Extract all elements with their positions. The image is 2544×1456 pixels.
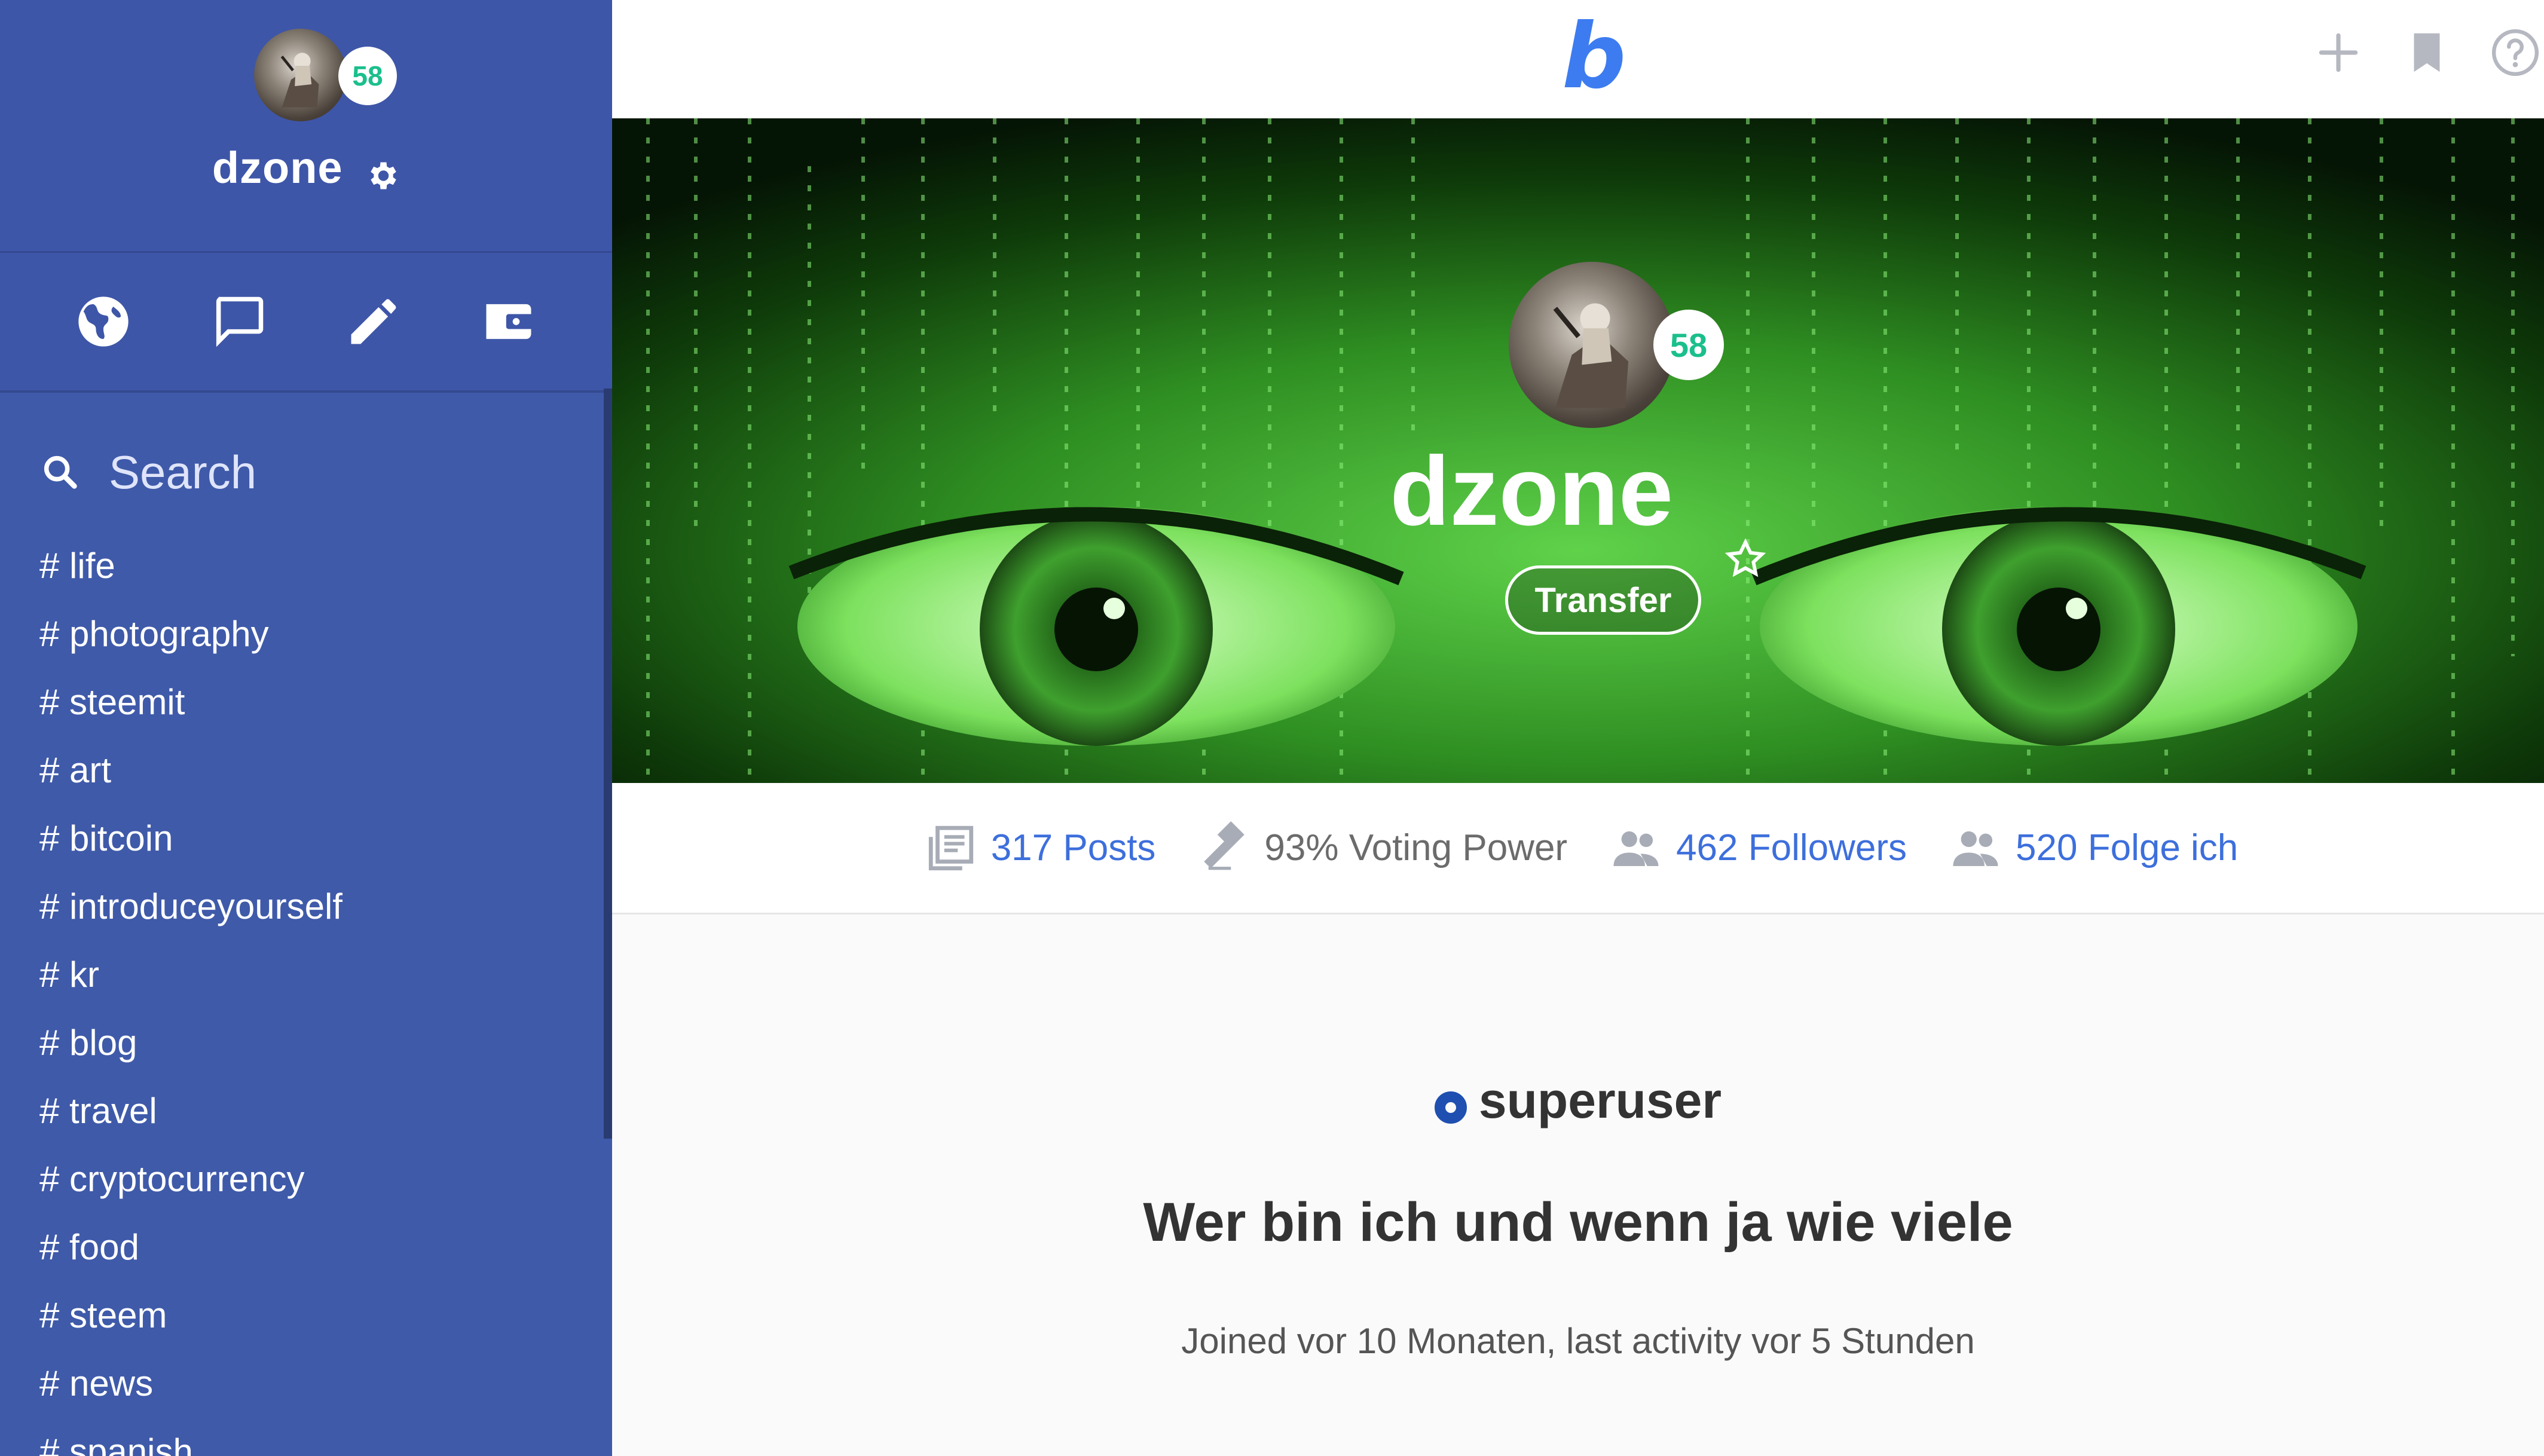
sidebar-nav [0,253,612,393]
stat-posts[interactable]: 317 Posts [924,821,1156,875]
profile-avatar-image [1553,303,1629,408]
reputation-badge: 58 [338,47,397,105]
pencil-icon[interactable] [341,289,406,354]
avatar[interactable] [254,29,347,121]
plus-icon[interactable] [2310,24,2367,81]
user-role: superuser [612,1072,2544,1130]
search-box[interactable] [0,412,604,532]
bookmark-icon[interactable] [2398,24,2456,81]
sidebar-tag-blog[interactable]: # blog [0,1009,604,1077]
sidebar-tag-bitcoin[interactable]: # bitcoin [0,805,604,873]
gavel-icon [1204,821,1245,870]
busy-logo[interactable]: b [1562,12,1626,102]
user-role-label: superuser [1478,1072,1722,1128]
sidebar-tag-steem[interactable]: # steem [0,1281,604,1350]
profile-activity-meta: Joined vor 10 Monaten, last activity vor… [1181,1321,1975,1361]
profile-bio: Wer bin ich und wenn ja wie viele [1143,1192,2013,1253]
profile-name-row: dzone [612,435,2544,577]
gear-icon[interactable] [364,153,400,189]
sidebar-username-row: dzone [0,142,612,193]
profile-reputation-badge: 58 [1653,310,1724,380]
top-actions [2310,24,2544,81]
stat-voting-power: 93% Voting Power [1197,821,1567,875]
stat-posts-label: 317 Posts [990,827,1156,868]
transfer-button[interactable]: Transfer [1505,565,1701,635]
sidebar-tag-life[interactable]: # life [0,532,604,600]
role-icon [1434,1091,1467,1124]
star-icon[interactable] [1724,490,1766,577]
search-icon [44,455,77,489]
stat-voting-power-label: 93% Voting Power [1264,827,1568,868]
globe-icon[interactable] [71,289,136,354]
profile-name: dzone [1390,436,1674,546]
stat-following-label: 520 Folge ich [2016,827,2239,868]
posts-icon [928,825,973,870]
sidebar-tag-introduceyourself[interactable]: # introduceyourself [0,873,604,941]
main-content: b 58 dzone Transfer 317 Posts 93% Voting… [612,0,2544,1456]
stat-following[interactable]: 520 Folge ich [1949,821,2238,875]
sidebar-tag-art[interactable]: # art [0,736,604,805]
profile-avatar[interactable] [1509,262,1675,428]
following-icon [1953,831,1998,866]
help-icon[interactable] [2487,24,2544,81]
sidebar-scrollbar[interactable] [604,389,612,1139]
sidebar-tag-photography[interactable]: # photography [0,600,604,668]
sidebar-username[interactable]: dzone [212,143,343,192]
cover-banner: 58 dzone Transfer [612,118,2544,783]
sidebar-tag-kr[interactable]: # kr [0,941,604,1009]
sidebar-tag-news[interactable]: # news [0,1350,604,1418]
stat-followers-label: 462 Followers [1676,827,1907,868]
sidebar-header: 58 dzone [0,0,612,253]
sidebar-tag-cryptocurrency[interactable]: # cryptocurrency [0,1145,604,1213]
wallet-icon[interactable] [476,289,542,354]
sidebar-tag-spanish[interactable]: # spanish [0,1418,604,1456]
chat-icon[interactable] [206,289,271,354]
sidebar: 58 dzone # life # photography # steemit [0,0,612,1456]
search-input[interactable] [108,444,528,500]
profile-about: superuser Wer bin ich und wenn ja wie vi… [612,916,2544,1456]
profile-stats: 317 Posts 93% Voting Power 462 Followers… [612,783,2544,914]
sidebar-tag-travel[interactable]: # travel [0,1077,604,1145]
sidebar-tag-food[interactable]: # food [0,1213,604,1281]
tag-list: # life # photography # steemit # art # b… [0,412,604,1456]
top-bar: b [612,0,2544,118]
sidebar-tag-steemit[interactable]: # steemit [0,668,604,736]
avatar-image [280,53,319,108]
followers-icon [1613,831,1659,866]
stat-followers[interactable]: 462 Followers [1609,821,1907,875]
